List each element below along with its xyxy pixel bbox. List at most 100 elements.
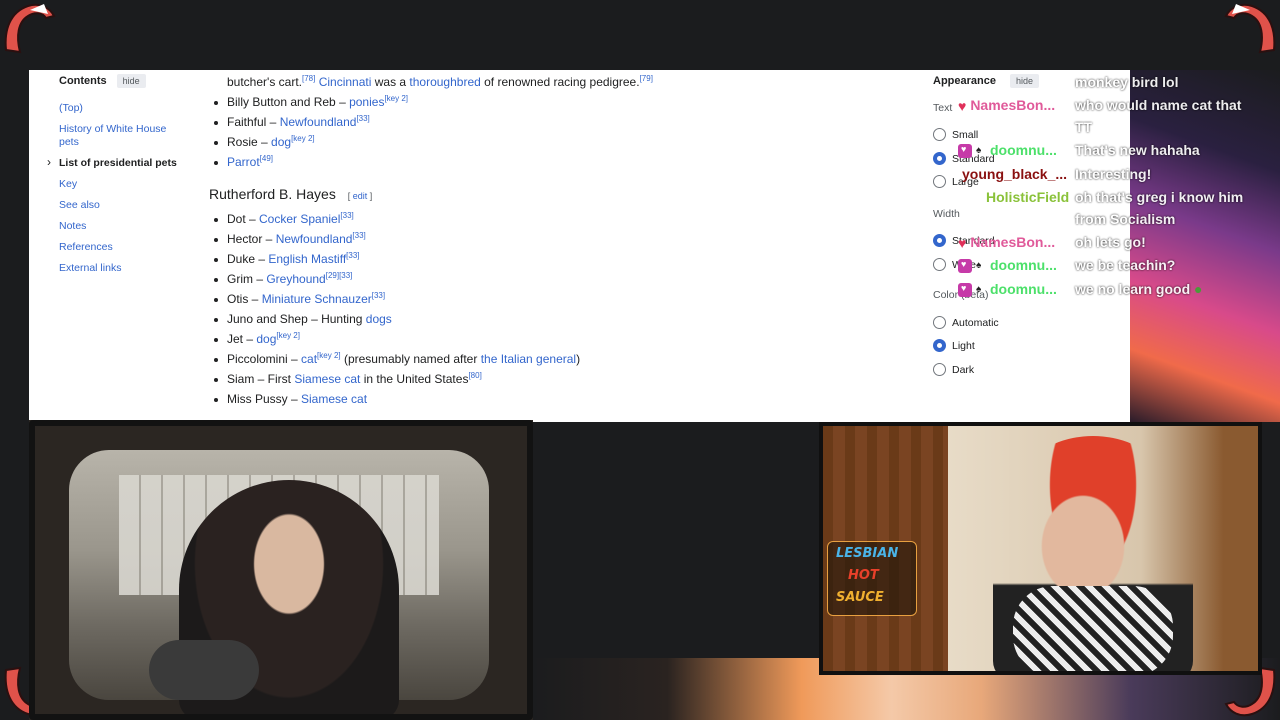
text: was a <box>371 75 410 89</box>
chat-message-text: who would name cat that <box>1075 97 1241 113</box>
link[interactable]: Siamese cat <box>301 392 367 406</box>
citation[interactable]: [29][33] <box>326 271 353 280</box>
moderator-badge-icon: ♠ <box>976 145 982 157</box>
chat-message-text: we be teachin? <box>1075 257 1175 273</box>
link[interactable]: Siamese cat <box>294 372 360 386</box>
bullet <box>214 161 218 165</box>
bullet <box>214 121 218 125</box>
emote-icon: ● <box>1194 281 1203 297</box>
chat-message-text: That's new hahaha <box>1075 142 1200 158</box>
citation[interactable]: [33] <box>372 291 385 300</box>
link[interactable]: dogs <box>366 312 392 326</box>
text: ) <box>576 352 581 366</box>
link[interactable]: Parrot <box>227 155 260 169</box>
toc-item-references[interactable]: References <box>59 241 209 254</box>
toc-item-external-links[interactable]: External links <box>59 262 209 275</box>
chat-username: doomnu... <box>990 257 1057 273</box>
text: Juno and Shep – Hunting <box>227 312 366 326</box>
radio-label: Dark <box>952 363 975 376</box>
microphone-icon <box>149 640 259 700</box>
link[interactable]: ponies <box>349 95 384 109</box>
bullet <box>214 338 218 342</box>
moderator-badge-icon: ♠ <box>976 260 982 272</box>
radio-icon[interactable] <box>933 363 946 376</box>
citation[interactable]: [79] <box>640 74 653 83</box>
citation[interactable]: [key 2] <box>276 331 300 340</box>
citation[interactable]: [33] <box>346 251 359 260</box>
link[interactable]: English Mastiff <box>268 252 346 266</box>
link-thoroughbred[interactable]: thoroughbred <box>409 75 480 89</box>
webcam-scarf <box>1013 586 1173 671</box>
link[interactable]: Newfoundland <box>276 232 353 246</box>
text: Siam – First <box>227 372 295 386</box>
chat-username: doomnu... <box>990 281 1057 297</box>
link[interactable]: Cocker Spaniel <box>259 212 340 226</box>
edit-link[interactable]: edit <box>353 191 368 201</box>
toc-item-notes[interactable]: Notes <box>59 220 209 233</box>
link[interactable]: dog <box>271 135 291 149</box>
chat-text: oh that's greg i know him <box>1075 189 1244 205</box>
chat-text: from Socialism <box>1075 211 1176 227</box>
link[interactable]: Greyhound <box>266 272 325 286</box>
chat-message-text: from Socialism <box>1075 211 1175 227</box>
chat-message: monkey bird lol <box>1075 74 1178 90</box>
neon-sign: LESBIAN HOT SAUCE <box>827 541 917 616</box>
toc-item-see-also[interactable]: See also <box>59 199 209 212</box>
chat-username: HolisticField <box>986 189 1070 205</box>
text: Grim – <box>227 272 267 286</box>
chat-message: ♠ doomnu... <box>958 142 1057 159</box>
citation[interactable]: [key 2] <box>384 94 408 103</box>
citation[interactable]: [33] <box>340 211 353 220</box>
heart-badge-icon: ♥ <box>958 235 967 252</box>
toc-item-top[interactable]: (Top) <box>59 102 209 115</box>
heart-badge-icon: ♥ <box>958 98 967 115</box>
neon-sign-line: LESBIAN <box>836 546 899 561</box>
link[interactable]: Miniature Schnauzer <box>262 292 372 306</box>
citation[interactable]: [33] <box>352 231 365 240</box>
list-item: Duke – English Mastiff[33] <box>227 251 360 267</box>
bullet <box>214 258 218 262</box>
chat-message: ♠ doomnu... <box>958 257 1057 274</box>
text: butcher's cart. <box>227 75 302 89</box>
list-item: Faithful – Newfoundland[33] <box>227 114 370 130</box>
citation[interactable]: [key 2] <box>317 351 341 360</box>
link[interactable]: cat <box>301 352 317 366</box>
list-item: Parrot[49] <box>227 154 273 170</box>
citation[interactable]: [key 2] <box>291 134 315 143</box>
list-item: butcher's cart.[78] Cincinnati was a tho… <box>227 74 653 90</box>
radio-color-dark[interactable]: Dark <box>933 363 974 376</box>
link[interactable]: Newfoundland <box>280 115 357 129</box>
radio-icon-selected[interactable] <box>933 339 946 352</box>
text: Dot – <box>227 212 260 226</box>
citation[interactable]: [78] <box>302 74 315 83</box>
chat-message: young_black_... <box>962 166 1067 182</box>
link-cincinnati[interactable]: Cincinnati <box>319 75 372 89</box>
link[interactable]: dog <box>256 332 276 346</box>
link[interactable]: the Italian general <box>481 352 576 366</box>
bullet <box>214 238 218 242</box>
list-item: Juno and Shep – Hunting dogs <box>227 312 392 326</box>
radio-color-light[interactable]: Light <box>933 339 975 352</box>
radio-icon[interactable] <box>933 316 946 329</box>
toc-hide-button[interactable]: hide <box>116 74 146 88</box>
chat-text: TT <box>1075 119 1093 135</box>
citation[interactable]: [33] <box>356 114 369 123</box>
neon-sign-line: HOT <box>848 568 879 583</box>
toc-item-key[interactable]: Key <box>59 178 209 191</box>
list-item: Siam – First Siamese cat in the United S… <box>227 371 482 387</box>
bullet <box>214 278 218 282</box>
bullet <box>214 141 218 145</box>
list-item: Rosie – dog[key 2] <box>227 134 315 150</box>
moderator-badge-icon: ♠ <box>976 284 982 296</box>
toc-item-history[interactable]: History of White House pets <box>59 123 174 149</box>
chat-text: we no learn good <box>1075 281 1191 297</box>
chat-message: HolisticField <box>986 189 1069 205</box>
radio-color-automatic[interactable]: Automatic <box>933 316 999 329</box>
chat-message: ♥ NamesBon... <box>958 97 1055 114</box>
chat-username: young_black_... <box>962 166 1068 182</box>
toc-item-list-of-pets[interactable]: List of presidential pets <box>47 156 209 170</box>
text: Piccolomini – <box>227 352 302 366</box>
chat-message-text: oh that's greg i know him <box>1075 189 1243 205</box>
citation[interactable]: [49] <box>260 154 273 163</box>
citation[interactable]: [80] <box>468 371 481 380</box>
